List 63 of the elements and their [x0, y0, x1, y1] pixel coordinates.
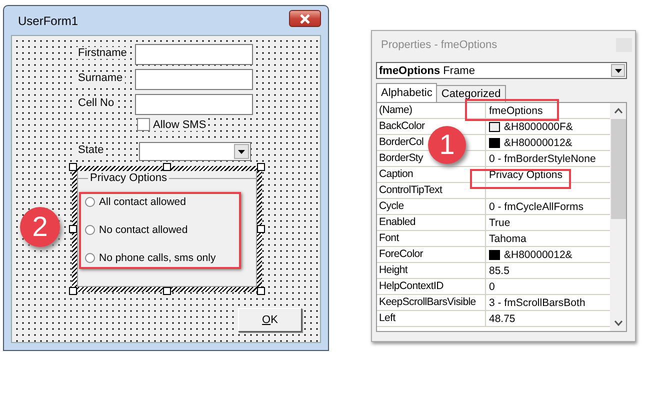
- property-value[interactable]: fmeOptions: [486, 103, 610, 118]
- scrollbar[interactable]: [610, 103, 626, 331]
- radio-button[interactable]: [85, 197, 95, 207]
- resize-handle[interactable]: [163, 163, 171, 171]
- resize-handle[interactable]: [257, 163, 265, 171]
- checkbox[interactable]: [137, 118, 150, 131]
- field-label: Cell No: [76, 97, 116, 109]
- property-value[interactable]: Privacy Options: [486, 167, 610, 182]
- property-name[interactable]: Font: [377, 231, 486, 246]
- property-value[interactable]: 3 - fmScrollBarsBoth: [486, 295, 610, 310]
- property-value[interactable]: &H8000000F&: [486, 119, 610, 134]
- window-title: UserForm1: [17, 14, 78, 28]
- tab[interactable]: Categorized: [436, 85, 506, 102]
- property-value[interactable]: 0 - fmBorderStyleNone: [486, 151, 610, 166]
- property-value[interactable]: &H80000012&: [486, 247, 610, 262]
- text-field[interactable]: [135, 94, 253, 115]
- property-name[interactable]: Left: [377, 311, 486, 326]
- radio-button[interactable]: [85, 253, 95, 263]
- scroll-up-icon[interactable]: [614, 108, 622, 114]
- text-field[interactable]: [135, 69, 253, 90]
- property-value[interactable]: 85.5: [486, 263, 610, 278]
- field-label: Surname: [76, 72, 125, 84]
- property-name[interactable]: (Name): [377, 103, 486, 118]
- tab[interactable]: Alphabetic: [376, 83, 438, 102]
- combo-label: State: [76, 144, 106, 156]
- resize-handle[interactable]: [163, 287, 171, 295]
- scroll-down-icon[interactable]: [614, 320, 622, 326]
- radio-label: No contact allowed: [99, 224, 188, 236]
- property-name[interactable]: ControlTipText: [377, 183, 486, 198]
- checkbox-label: Allow SMS: [153, 118, 206, 130]
- window-title: Properties - fmeOptions: [380, 38, 498, 50]
- resize-handle[interactable]: [69, 163, 77, 171]
- property-name[interactable]: Enabled: [377, 215, 486, 230]
- property-value[interactable]: True: [486, 215, 610, 230]
- object-name: fmeOptions Frame: [378, 64, 475, 76]
- property-name[interactable]: HelpContextID: [377, 279, 486, 294]
- radio-label: No phone calls, sms only: [99, 252, 216, 264]
- property-name[interactable]: KeepScrollBarsVisible: [377, 295, 486, 310]
- scrollbar-thumb[interactable]: [610, 119, 626, 219]
- object-dropdown[interactable]: fmeOptions Frame: [376, 62, 627, 79]
- property-name[interactable]: Height: [377, 263, 486, 278]
- close-icon[interactable]: [299, 14, 311, 24]
- property-name[interactable]: ForeColor: [377, 247, 486, 262]
- property-name[interactable]: Cycle: [377, 199, 486, 214]
- ok-button[interactable]: OK: [238, 308, 302, 332]
- resize-handle[interactable]: [257, 287, 265, 295]
- property-value[interactable]: 0 - fmCycleAllForms: [486, 199, 610, 214]
- radio-button[interactable]: [85, 225, 95, 235]
- property-value[interactable]: Tahoma: [486, 231, 610, 246]
- property-value[interactable]: 48.75: [486, 311, 610, 326]
- field-label: Firstname: [76, 47, 129, 59]
- property-name[interactable]: Caption: [377, 167, 486, 182]
- radio-label: All contact allowed: [99, 196, 186, 208]
- property-value[interactable]: &H80000012&: [486, 135, 610, 150]
- resize-handle[interactable]: [257, 225, 265, 233]
- close-button[interactable]: [289, 10, 321, 27]
- resize-handle[interactable]: [69, 225, 77, 233]
- frame-selection-border[interactable]: Privacy Options All contact allowed No contact allowed No phone calls, sms only: [72, 166, 262, 292]
- resize-handle[interactable]: [69, 287, 77, 295]
- text-field[interactable]: [135, 44, 253, 65]
- dropdown-field[interactable]: [139, 142, 251, 161]
- frame-caption: Privacy Options: [88, 171, 170, 185]
- property-value[interactable]: 0: [486, 279, 610, 294]
